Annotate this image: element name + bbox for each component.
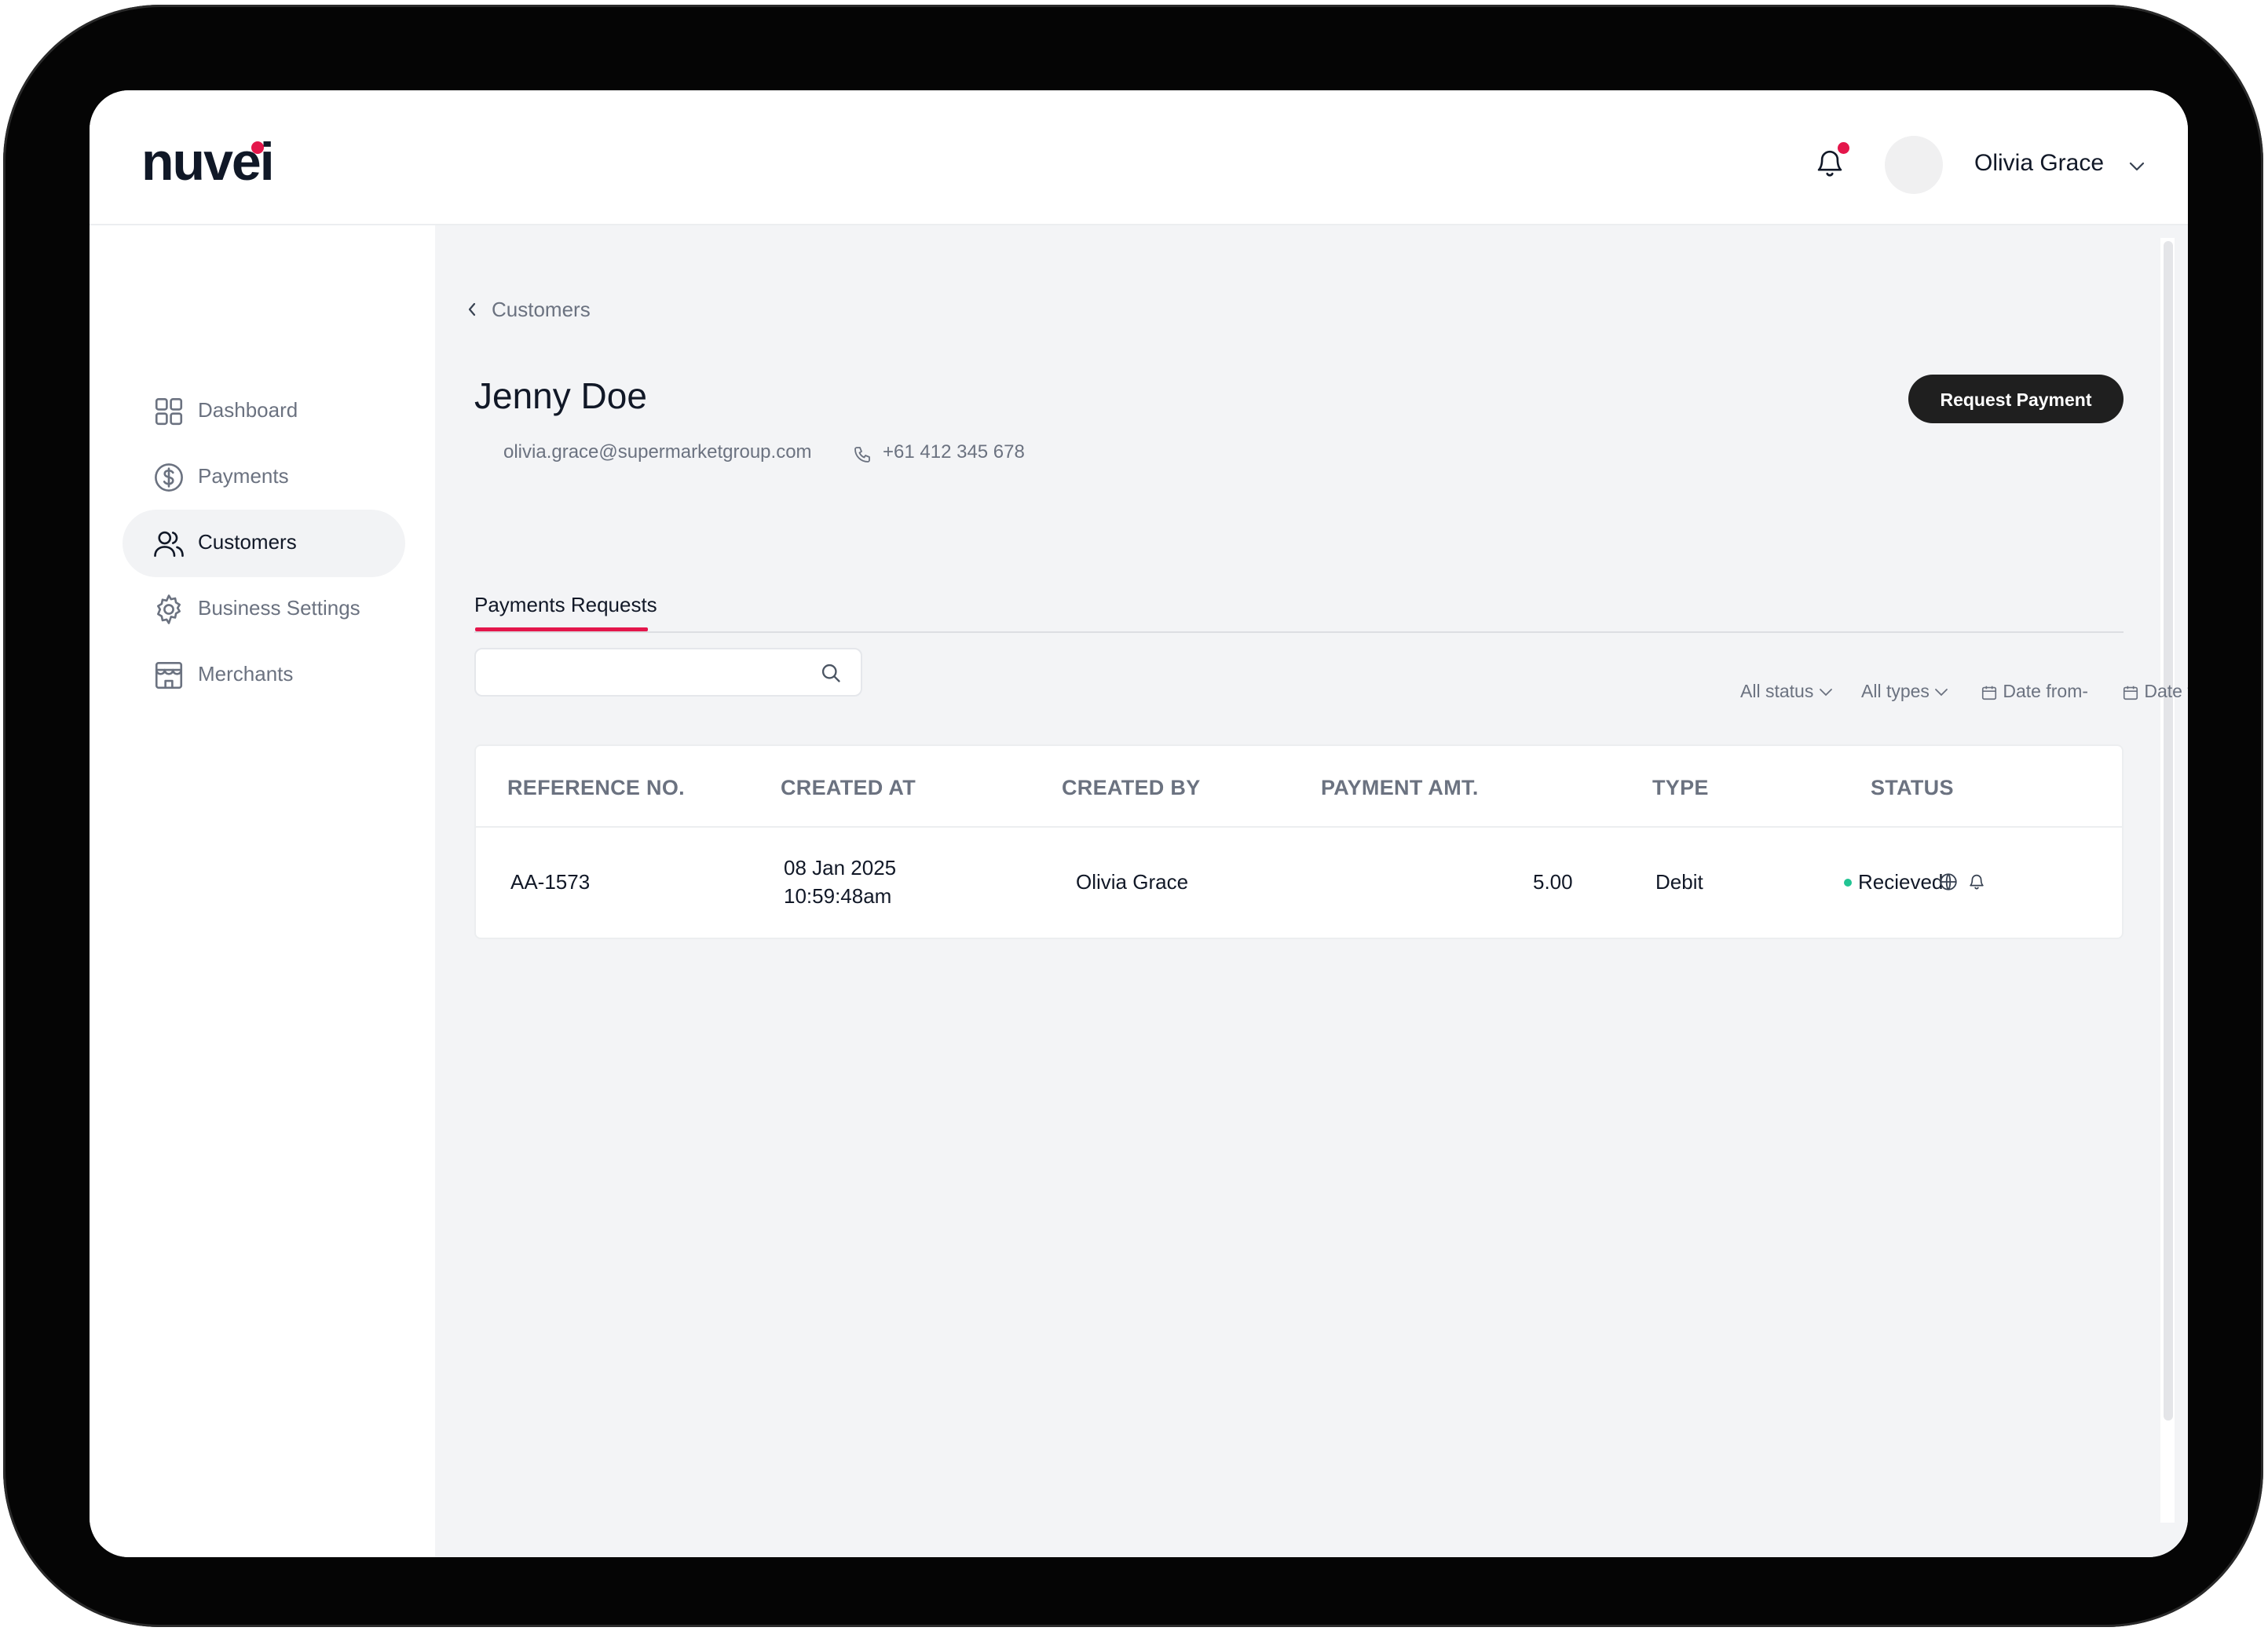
chevron-left-icon [468, 302, 476, 316]
sidebar-item-dashboard[interactable]: Dashboard [123, 378, 405, 445]
search-input[interactable] [485, 657, 803, 689]
scrollbar-thumb[interactable] [2164, 241, 2173, 1421]
date-from-label: Date from- [2003, 681, 2089, 701]
column-header-created-at[interactable]: CREATED AT [781, 776, 916, 800]
column-header-created-by[interactable]: CREATED BY [1062, 776, 1201, 800]
avatar[interactable] [1885, 136, 1943, 194]
column-header-type[interactable]: TYPE [1652, 776, 1709, 800]
logo-dot [251, 141, 264, 154]
sidebar: Dashboard Payments Customers Business Se… [90, 225, 435, 1557]
cell-reference: AA-1573 [510, 870, 591, 894]
search-icon[interactable] [820, 662, 842, 684]
sidebar-item-label: Customers [198, 530, 297, 554]
tabs-divider [474, 631, 2124, 633]
chevron-down-icon [1935, 689, 1948, 697]
phone-icon [854, 447, 870, 463]
sidebar-item-business-settings[interactable]: Business Settings [123, 576, 405, 643]
user-name[interactable]: Olivia Grace [1974, 150, 2104, 177]
customer-phone: +61 412 345 678 [883, 441, 1025, 463]
column-header-payment-amount[interactable]: PAYMENT AMT. [1321, 776, 1479, 800]
sidebar-item-payments[interactable]: Payments [123, 444, 405, 511]
date-to-filter[interactable]: Date to [2122, 681, 2188, 702]
sidebar-item-merchants[interactable]: Merchants [123, 642, 405, 709]
sidebar-item-label: Dashboard [198, 398, 298, 422]
table-divider [476, 826, 2122, 828]
notification-badge [1838, 142, 1849, 154]
app-screen: nuvei Olivia Grace Dashboard Payments Cu… [90, 90, 2188, 1557]
cell-created-date: 08 Jan 2025 [784, 856, 897, 879]
sidebar-item-label: Merchants [198, 662, 294, 686]
status-filter-label: All status [1740, 681, 1814, 701]
type-filter-label: All types [1861, 681, 1930, 701]
grid-icon [155, 397, 183, 426]
cell-created-time: 10:59:48am [784, 884, 892, 908]
column-header-status[interactable]: STATUS [1871, 776, 1954, 800]
calendar-icon [1981, 686, 1997, 700]
cell-created-by: Olivia Grace [1076, 870, 1189, 894]
brand-logo[interactable]: nuvei [141, 131, 275, 192]
dollar-circle-icon [155, 463, 183, 492]
calendar-icon [2123, 686, 2138, 700]
bell-icon[interactable] [1966, 872, 1987, 892]
cell-payment-amount: 5.00 [1533, 870, 1573, 894]
cell-type: Debit [1655, 870, 1703, 894]
column-header-reference[interactable]: REFERENCE NO. [507, 776, 685, 800]
tab-payments-requests[interactable]: Payments Requests [474, 593, 657, 617]
breadcrumb[interactable]: Customers [466, 294, 702, 326]
request-payment-button[interactable]: Request Payment [1908, 375, 2124, 423]
store-icon [155, 661, 183, 689]
globe-icon[interactable] [1938, 872, 1959, 892]
sidebar-item-customers[interactable]: Customers [123, 510, 405, 577]
type-filter[interactable]: All types [1861, 681, 1948, 702]
cell-status: Recieved [1858, 870, 1944, 894]
customer-email: olivia.grace@supermarketgroup.com [503, 441, 812, 463]
search-box[interactable] [474, 648, 862, 697]
users-icon [154, 531, 184, 558]
sidebar-item-label: Business Settings [198, 596, 360, 620]
tablet-frame: nuvei Olivia Grace Dashboard Payments Cu… [3, 5, 2263, 1627]
page-title: Jenny Doe [474, 375, 647, 416]
payments-table: REFERENCE NO. CREATED AT CREATED BY PAYM… [474, 744, 2124, 939]
breadcrumb-label: Customers [492, 298, 591, 321]
status-dot [1844, 879, 1852, 887]
date-to-label: Date to [2144, 681, 2188, 701]
gear-icon [157, 594, 181, 624]
chevron-down-icon[interactable] [2128, 161, 2145, 172]
status-filter[interactable]: All status [1740, 681, 1833, 702]
date-from-filter[interactable]: Date from- [1981, 681, 2088, 702]
chevron-down-icon [1819, 689, 1832, 697]
sidebar-item-label: Payments [198, 464, 289, 488]
top-header: nuvei Olivia Grace [90, 90, 2188, 225]
